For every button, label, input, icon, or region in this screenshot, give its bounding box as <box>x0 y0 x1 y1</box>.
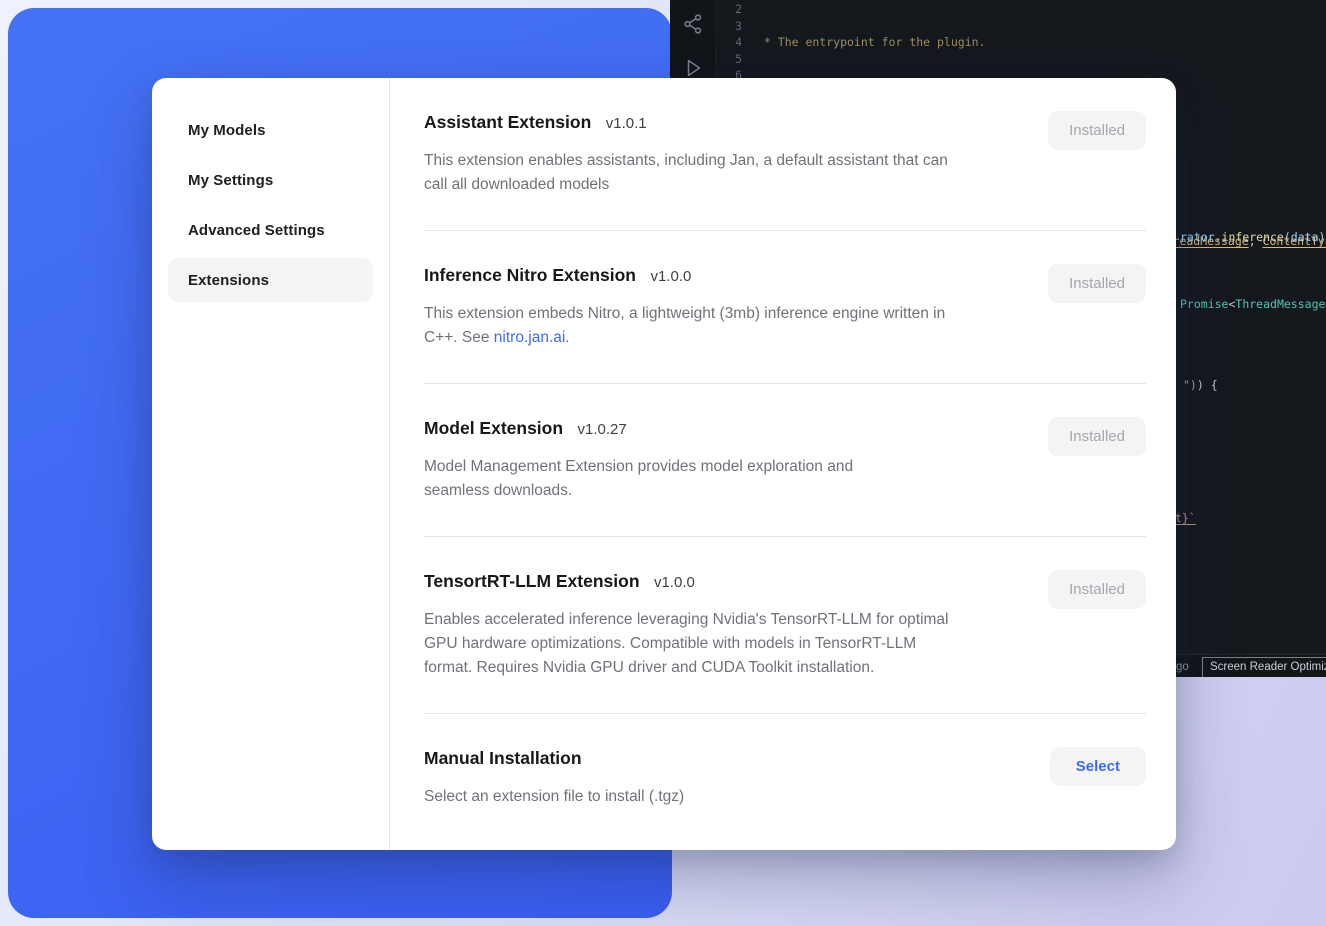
extension-info: Assistant Extension v1.0.1 This extensio… <box>424 111 954 197</box>
sidebar-item-extensions[interactable]: Extensions <box>168 258 373 302</box>
extension-description: This extension enables assistants, inclu… <box>424 149 954 197</box>
code-fragment-inference: rator.inference(data)); <box>1180 229 1326 246</box>
installed-button[interactable]: Installed <box>1048 570 1146 609</box>
share-icon[interactable] <box>681 12 705 36</box>
screen-reader-badge[interactable]: Screen Reader Optimized <box>1202 657 1326 677</box>
extension-version: v1.0.27 <box>578 421 627 438</box>
code-fragment-template: t}` <box>1175 510 1196 527</box>
extension-row-model: Model Extension v1.0.27 Model Management… <box>424 384 1146 537</box>
extension-title: TensortRT-LLM Extension <box>424 571 640 591</box>
extension-info: Inference Nitro Extension v1.0.0 This ex… <box>424 264 954 350</box>
extension-row-nitro: Inference Nitro Extension v1.0.0 This ex… <box>424 231 1146 384</box>
sidebar-item-my-models[interactable]: My Models <box>168 108 373 152</box>
settings-modal: My Models My Settings Advanced Settings … <box>152 78 1176 850</box>
extension-description: Model Management Extension provides mode… <box>424 455 864 503</box>
line-numbers: 2 3 4 5 6 <box>722 1 742 84</box>
sidebar-item-advanced-settings[interactable]: Advanced Settings <box>168 208 373 252</box>
extension-info: Manual Installation Select an extension … <box>424 747 684 809</box>
code-fragment-string: ")) { <box>1183 377 1218 394</box>
desktop: 2 3 4 5 6 * The entrypoint for the plugi… <box>0 0 1326 926</box>
installed-button[interactable]: Installed <box>1048 111 1146 150</box>
manual-installation-description: Select an extension file to install (.tg… <box>424 785 684 809</box>
nitro-link[interactable]: nitro.jan.ai. <box>494 329 570 346</box>
select-button[interactable]: Select <box>1050 747 1146 786</box>
extension-row-tensorrt: TensortRT-LLM Extension v1.0.0 Enables a… <box>424 537 1146 714</box>
settings-sidebar: My Models My Settings Advanced Settings … <box>152 78 390 850</box>
code-doc-comment: * The entrypoint for the plugin. <box>757 34 1326 51</box>
extensions-list: Assistant Extension v1.0.1 This extensio… <box>390 78 1176 850</box>
extension-title: Inference Nitro Extension <box>424 265 636 285</box>
extension-title: Assistant Extension <box>424 112 591 132</box>
manual-installation-row: Manual Installation Select an extension … <box>424 714 1146 842</box>
extension-version: v1.0.0 <box>654 574 695 591</box>
extension-info: TensortRT-LLM Extension v1.0.0 Enables a… <box>424 570 964 680</box>
extension-info: Model Extension v1.0.27 Model Management… <box>424 417 864 503</box>
extension-version: v1.0.0 <box>650 268 691 285</box>
status-language[interactable]: go <box>1176 659 1189 676</box>
code-fragment-promise: Promise<ThreadMessage> <box>1180 296 1326 313</box>
extension-version: v1.0.1 <box>606 115 647 132</box>
extension-description: This extension embeds Nitro, a lightweig… <box>424 302 954 350</box>
extension-row-assistant: Assistant Extension v1.0.1 This extensio… <box>424 78 1146 231</box>
extension-description: Enables accelerated inference leveraging… <box>424 608 964 680</box>
installed-button[interactable]: Installed <box>1048 417 1146 456</box>
installed-button[interactable]: Installed <box>1048 264 1146 303</box>
manual-installation-title: Manual Installation <box>424 748 582 768</box>
run-debug-icon[interactable] <box>681 56 705 80</box>
extension-title: Model Extension <box>424 418 563 438</box>
sidebar-item-my-settings[interactable]: My Settings <box>168 158 373 202</box>
